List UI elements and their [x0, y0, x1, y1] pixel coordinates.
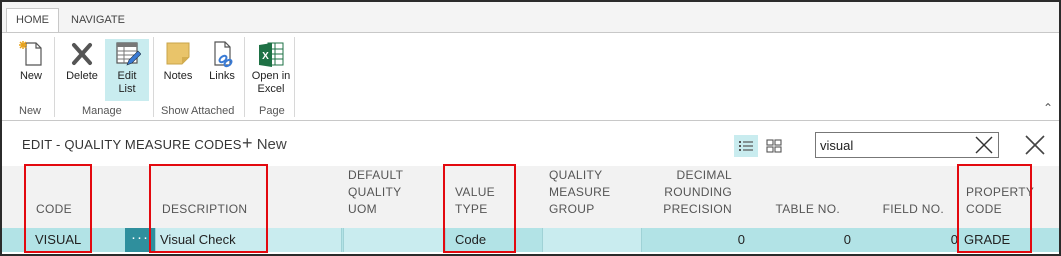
close-icon[interactable]: [1024, 134, 1046, 156]
header-text: PROPERTY: [966, 185, 1035, 199]
grid-header: CODE DESCRIPTION DEFAULT QUALITY UOM VAL…: [2, 166, 1059, 228]
table-row[interactable]: VISUAL Visual Check Code 0 0 0 GRADE: [2, 228, 1059, 252]
new-action-label: New: [256, 136, 287, 153]
header-text: CODE: [966, 202, 1002, 216]
edit-list-label-2: List: [118, 83, 136, 95]
search-box: [815, 132, 999, 158]
column-header-quality-measure-group[interactable]: QUALITY MEASURE GROUP: [549, 167, 610, 218]
cell-default-quality-uom[interactable]: [343, 228, 446, 252]
header-text: DECIMAL: [676, 168, 732, 182]
excel-icon: X: [259, 42, 284, 67]
edit-list-icon: [116, 42, 141, 66]
column-header-decimal-rounding-precision[interactable]: DECIMAL ROUNDING PRECISION: [642, 167, 732, 218]
page-title: EDIT - QUALITY MEASURE CODES: [22, 137, 242, 152]
new-button[interactable]: New: [9, 39, 53, 101]
header-text: UOM: [348, 202, 377, 216]
links-button-label: Links: [209, 70, 235, 82]
tab-navigate[interactable]: NAVIGATE: [62, 9, 134, 32]
links-icon: [214, 41, 233, 68]
cell-decimal-rounding-precision[interactable]: 0: [652, 228, 745, 252]
cell-field-no[interactable]: 0: [862, 228, 958, 252]
row-actions-menu[interactable]: ···: [125, 228, 155, 252]
edit-list-label-1: Edit: [117, 70, 137, 82]
cell-value-type[interactable]: Code: [455, 228, 486, 252]
page-header: EDIT - QUALITY MEASURE CODES + New: [2, 120, 1059, 166]
header-text: DEFAULT: [348, 168, 404, 182]
new-action-link[interactable]: + New: [242, 133, 287, 154]
cell-description[interactable]: Visual Check: [155, 228, 342, 252]
delete-icon: [72, 43, 92, 65]
header-text: VALUE: [455, 185, 495, 199]
header-text: MEASURE: [549, 185, 611, 199]
collapse-ribbon-icon[interactable]: ⌃: [1043, 101, 1053, 115]
list-view-button[interactable]: [734, 135, 758, 157]
cell-table-no[interactable]: 0: [762, 228, 851, 252]
group-label-show-attached: Show Attached: [161, 105, 235, 117]
tile-view-button[interactable]: [762, 135, 786, 157]
delete-button[interactable]: Delete: [60, 39, 104, 101]
delete-button-label: Delete: [66, 70, 98, 82]
cell-property-code[interactable]: GRADE: [964, 228, 1010, 252]
column-header-table-no[interactable]: TABLE NO.: [750, 201, 840, 218]
svg-text:X: X: [262, 51, 269, 62]
column-header-code[interactable]: CODE: [36, 201, 72, 218]
group-label-new: New: [19, 105, 42, 117]
tile-view-icon: [766, 139, 782, 153]
notes-button-label: Notes: [163, 70, 193, 82]
cell-code[interactable]: VISUAL: [35, 228, 81, 252]
new-icon: [19, 41, 42, 66]
clear-icon[interactable]: [974, 135, 994, 155]
window: HOME NAVIGATE New New Delete Edit List M…: [0, 0, 1061, 256]
group-label-page: Page: [259, 105, 285, 117]
plus-icon: +: [242, 133, 253, 153]
group-divider: [294, 37, 295, 117]
column-header-default-quality-uom[interactable]: DEFAULT QUALITY UOM: [348, 167, 403, 218]
header-text: ROUNDING: [664, 185, 732, 199]
tab-home[interactable]: HOME: [6, 8, 59, 33]
header-text: GROUP: [549, 202, 595, 216]
column-header-value-type[interactable]: VALUE TYPE: [455, 184, 495, 218]
open-in-excel-button[interactable]: X Open in Excel: [249, 39, 293, 101]
ribbon: New New Delete Edit List Manage Notes Li…: [2, 32, 1059, 120]
new-button-label: New: [19, 70, 42, 82]
cell-quality-measure-group[interactable]: [542, 228, 642, 252]
header-text: QUALITY: [549, 168, 603, 182]
group-divider: [153, 37, 154, 117]
group-divider: [244, 37, 245, 117]
header-text: PRECISION: [663, 202, 732, 216]
header-text: TYPE: [455, 202, 488, 216]
group-divider: [54, 37, 55, 117]
column-header-field-no[interactable]: FIELD NO.: [854, 201, 944, 218]
notes-button[interactable]: Notes: [156, 39, 200, 101]
search-input[interactable]: [820, 136, 970, 154]
links-button[interactable]: Links: [200, 39, 244, 101]
group-label-manage: Manage: [82, 105, 122, 117]
open-excel-label-2: Excel: [257, 83, 285, 95]
list-view-icon: [739, 141, 753, 151]
notes-icon: [166, 42, 190, 65]
header-text: QUALITY: [348, 185, 402, 199]
ribbon-tabs: HOME NAVIGATE: [2, 2, 1059, 33]
open-excel-label-1: Open in: [251, 70, 291, 82]
column-header-description[interactable]: DESCRIPTION: [162, 201, 247, 218]
column-header-property-code[interactable]: PROPERTY CODE: [966, 184, 1034, 218]
edit-list-button[interactable]: Edit List: [105, 39, 149, 101]
